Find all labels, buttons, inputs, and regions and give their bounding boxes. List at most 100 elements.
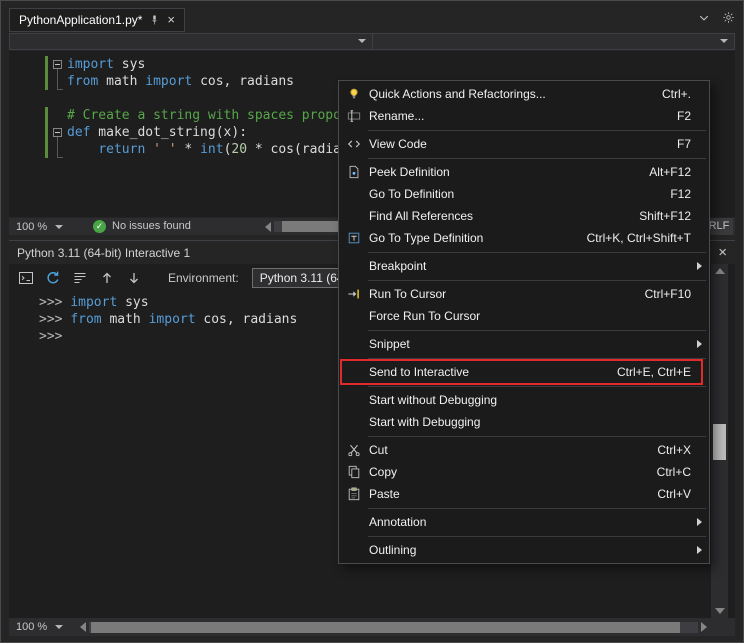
menu-item-label: Find All References bbox=[369, 209, 639, 223]
view-code-icon bbox=[339, 137, 369, 151]
menu-item-label: Run To Cursor bbox=[369, 287, 645, 301]
scrollbar-track[interactable] bbox=[89, 622, 698, 633]
menu-item-label: Breakpoint bbox=[369, 259, 691, 273]
menu-item[interactable]: Paste Ctrl+V bbox=[339, 483, 709, 505]
menu-item[interactable]: Run To Cursor Ctrl+F10 bbox=[339, 283, 709, 305]
environment-label: Environment: bbox=[168, 271, 239, 285]
zoom-value: 100 % bbox=[16, 621, 47, 633]
menu-item-shortcut: Ctrl+. bbox=[662, 87, 691, 101]
menu-item-label: Force Run To Cursor bbox=[369, 309, 691, 323]
chevron-down-icon bbox=[358, 39, 366, 43]
menu-item[interactable]: Snippet bbox=[339, 333, 709, 355]
menu-item-shortcut: Ctrl+C bbox=[657, 465, 691, 479]
lightbulb-icon bbox=[339, 87, 369, 101]
menu-item[interactable]: Start with Debugging bbox=[339, 411, 709, 433]
menu-item[interactable]: Go To Definition F12 bbox=[339, 183, 709, 205]
scroll-right-icon[interactable] bbox=[701, 622, 707, 632]
menu-item-shortcut: Ctrl+K, Ctrl+Shift+T bbox=[587, 231, 691, 245]
menu-item-label: Start without Debugging bbox=[369, 393, 691, 407]
menu-item-shortcut: Ctrl+V bbox=[657, 487, 691, 501]
issues-status: No issues found bbox=[112, 220, 191, 232]
nav-dropdown-project[interactable] bbox=[10, 34, 372, 49]
run-cursor-icon bbox=[339, 287, 369, 301]
history-previous-icon[interactable] bbox=[98, 269, 116, 287]
tab-title: PythonApplication1.py* bbox=[19, 13, 142, 27]
menu-item-label: Go To Definition bbox=[369, 187, 670, 201]
tab-pythonapplication1[interactable]: PythonApplication1.py* × bbox=[9, 8, 185, 32]
zoom-value: 100 % bbox=[16, 221, 47, 233]
menu-item[interactable]: Start without Debugging bbox=[339, 389, 709, 411]
fold-collapse-icon[interactable] bbox=[53, 128, 62, 137]
peek-icon bbox=[339, 165, 369, 179]
submenu-arrow-icon bbox=[697, 546, 702, 554]
nav-dropdown-member[interactable] bbox=[372, 34, 735, 49]
clear-all-icon[interactable] bbox=[71, 269, 89, 287]
scroll-left-icon[interactable] bbox=[80, 622, 86, 632]
navigation-bar bbox=[9, 33, 735, 50]
menu-item-shortcut: Ctrl+F10 bbox=[645, 287, 691, 301]
tab-strip: PythonApplication1.py* × bbox=[1, 1, 743, 32]
menu-item-label: Copy bbox=[369, 465, 657, 479]
interactive-horizontal-scrollbar[interactable] bbox=[80, 620, 707, 635]
menu-item-label: Send to Interactive bbox=[369, 365, 617, 379]
close-icon[interactable]: × bbox=[167, 14, 175, 26]
scroll-up-icon[interactable] bbox=[711, 264, 728, 278]
menu-item-label: Peek Definition bbox=[369, 165, 649, 179]
menu-item[interactable]: Force Run To Cursor bbox=[339, 305, 709, 327]
menu-item[interactable]: View Code F7 bbox=[339, 133, 709, 155]
fold-collapse-icon[interactable] bbox=[53, 60, 62, 69]
pin-icon[interactable] bbox=[149, 14, 160, 26]
menu-item[interactable]: Send to Interactive Ctrl+E, Ctrl+E bbox=[339, 361, 709, 383]
chevron-down-icon bbox=[55, 225, 63, 229]
menu-item-label: Paste bbox=[369, 487, 657, 501]
menu-item[interactable]: Go To Type Definition Ctrl+K, Ctrl+Shift… bbox=[339, 227, 709, 249]
interactive-window-icon[interactable] bbox=[17, 269, 35, 287]
interactive-vertical-scrollbar[interactable] bbox=[711, 264, 728, 618]
settings-gear-icon[interactable] bbox=[722, 11, 735, 29]
zoom-select[interactable]: 100 % bbox=[9, 218, 70, 235]
menu-item[interactable]: Copy Ctrl+C bbox=[339, 461, 709, 483]
vs-window: PythonApplication1.py* × import sy bbox=[0, 0, 744, 643]
menu-item[interactable]: Quick Actions and Refactorings... Ctrl+. bbox=[339, 83, 709, 105]
menu-item[interactable]: Rename... F2 bbox=[339, 105, 709, 127]
code-line: import sys bbox=[67, 56, 735, 73]
history-next-icon[interactable] bbox=[125, 269, 143, 287]
scrollbar-thumb[interactable] bbox=[713, 424, 726, 460]
interactive-status-bar: 100 % bbox=[9, 618, 735, 636]
menu-item[interactable]: Outlining bbox=[339, 539, 709, 561]
menu-item[interactable]: Peek Definition Alt+F12 bbox=[339, 161, 709, 183]
menu-item-label: View Code bbox=[369, 137, 677, 151]
menu-item-shortcut: Ctrl+E, Ctrl+E bbox=[617, 365, 691, 379]
chevron-down-icon bbox=[720, 39, 728, 43]
goto-type-icon bbox=[339, 231, 369, 245]
menu-item-label: Rename... bbox=[369, 109, 677, 123]
submenu-arrow-icon bbox=[697, 518, 702, 526]
copy-icon bbox=[339, 465, 369, 479]
menu-item-shortcut: F2 bbox=[677, 109, 691, 123]
scrollbar-thumb[interactable] bbox=[91, 622, 680, 633]
menu-item-label: Annotation bbox=[369, 515, 691, 529]
menu-item[interactable]: Find All References Shift+F12 bbox=[339, 205, 709, 227]
submenu-arrow-icon bbox=[697, 340, 702, 348]
change-tracking-bar bbox=[45, 107, 48, 158]
submenu-arrow-icon bbox=[697, 262, 702, 270]
menu-item-shortcut: F12 bbox=[670, 187, 691, 201]
paste-icon bbox=[339, 487, 369, 501]
menu-item-shortcut: Alt+F12 bbox=[649, 165, 691, 179]
scroll-down-icon[interactable] bbox=[711, 604, 728, 618]
chevron-down-icon[interactable] bbox=[698, 11, 710, 29]
reset-icon[interactable] bbox=[44, 269, 62, 287]
change-tracking-bar bbox=[45, 56, 48, 90]
scissors-icon bbox=[339, 443, 369, 457]
menu-item[interactable]: Annotation bbox=[339, 511, 709, 533]
tabstrip-icons bbox=[698, 11, 735, 29]
menu-item-shortcut: Shift+F12 bbox=[639, 209, 691, 223]
menu-item[interactable]: Cut Ctrl+X bbox=[339, 439, 709, 461]
menu-item-label: Start with Debugging bbox=[369, 415, 691, 429]
menu-item-label: Snippet bbox=[369, 337, 691, 351]
menu-item-label: Quick Actions and Refactorings... bbox=[369, 87, 662, 101]
scroll-left-icon[interactable] bbox=[265, 222, 271, 232]
zoom-select[interactable]: 100 % bbox=[9, 619, 70, 636]
menu-item[interactable]: Breakpoint bbox=[339, 255, 709, 277]
close-icon[interactable]: × bbox=[718, 246, 727, 260]
